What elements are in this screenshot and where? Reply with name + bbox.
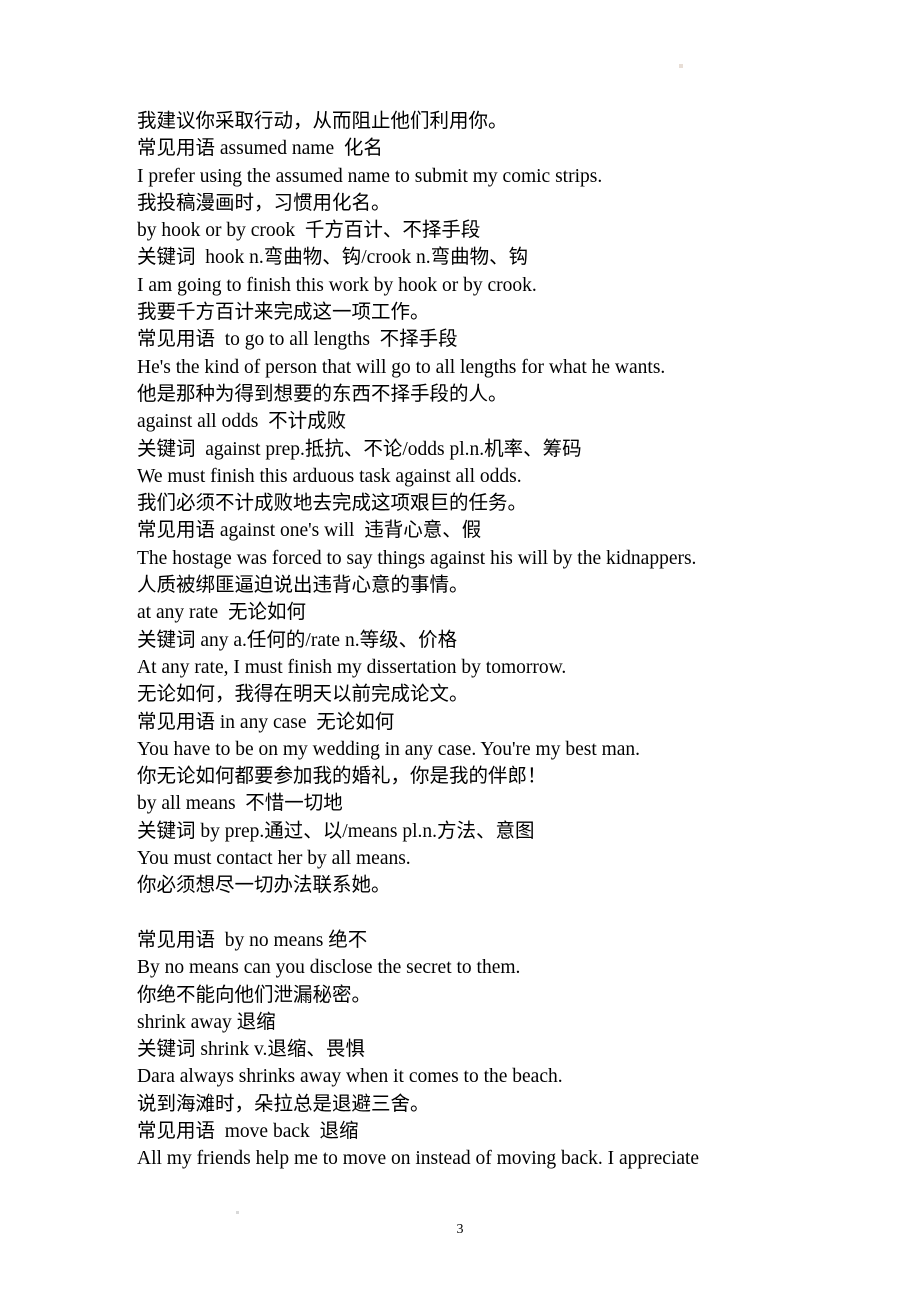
page-number: 3 (456, 1222, 464, 1237)
document-body-text: 我建议你采取行动，从而阻止他们利用你。 常见用语 assumed name 化名… (137, 108, 817, 1173)
text-line: by hook or by crook 千方百计、不择手段 (137, 220, 481, 242)
text-line: 说到海滩时，朵拉总是退避三舍。 (137, 1093, 430, 1115)
text-line: 我建议你采取行动，从而阻止他们利用你。 (137, 111, 508, 132)
text-line: by all means 不惜一切地 (137, 793, 343, 815)
text-line: 人质被绑匪逼迫说出违背心意的事情。 (137, 575, 469, 597)
document-page: 我建议你采取行动，从而阻止他们利用你。 常见用语 assumed name 化名… (0, 0, 920, 1302)
text-line: All my friends help me to move on instea… (137, 1148, 700, 1170)
text-line: 我们必须不计成败地去完成这项艰巨的任务。 (137, 493, 528, 515)
text-line: 关键词 hook n.弯曲物、钩/crook n.弯曲物、钩 (137, 247, 529, 269)
text-line: at any rate 无论如何 (137, 602, 306, 624)
text-line: You must contact her by all means. (137, 848, 411, 870)
text-line: shrink away 退缩 (137, 1011, 276, 1033)
text-line: We must finish this arduous task against… (137, 465, 522, 487)
text-line: 你必须想尽一切办法联系她。 (137, 875, 391, 897)
text-line: By no means can you disclose the secret … (137, 957, 521, 979)
footer-artifact-mark (236, 1211, 239, 1214)
text-line: 常见用语 in any case 无论如何 (137, 711, 395, 733)
header-artifact-mark (679, 64, 683, 68)
text-line: At any rate, I must finish my dissertati… (137, 656, 567, 678)
text-line: 关键词 by prep.通过、以/means pl.n.方法、意图 (137, 820, 535, 842)
text-line: 常见用语 assumed name 化名 (137, 138, 383, 160)
text-line: I prefer using the assumed name to submi… (137, 165, 603, 187)
text-line: 常见用语 by no means 绝不 (137, 929, 368, 951)
text-line: 无论如何，我得在明天以前完成论文。 (137, 684, 469, 706)
text-line: 你绝不能向他们泄漏秘密。 (137, 984, 372, 1006)
text-line: 关键词 any a.任何的/rate n.等级、价格 (137, 629, 458, 651)
text-line: 关键词 against prep.抵抗、不论/odds pl.n.机率、筹码 (137, 438, 582, 460)
text-line: I am going to finish this work by hook o… (137, 274, 537, 296)
text-line: 关键词 shrink v.退缩、畏惧 (137, 1039, 365, 1061)
text-line: The hostage was forced to say things aga… (137, 547, 697, 569)
text-line: Dara always shrinks away when it comes t… (137, 1066, 563, 1088)
text-line: You have to be on my wedding in any case… (137, 738, 641, 760)
text-line: He's the kind of person that will go to … (137, 356, 666, 378)
text-line: 他是那种为得到想要的东西不择手段的人。 (137, 383, 508, 405)
text-line: 常见用语 against one's will 违背心意、假 (137, 520, 482, 542)
text-line: against all odds 不计成败 (137, 411, 347, 433)
text-line: 常见用语 to go to all lengths 不择手段 (137, 329, 458, 351)
text-line: 我投稿漫画时，习惯用化名。 (137, 192, 391, 214)
text-line: 我要千方百计来完成这一项工作。 (137, 302, 430, 324)
text-line: 常见用语 move back 退缩 (137, 1120, 359, 1142)
text-line: 你无论如何都要参加我的婚礼，你是我的伴郎！ (137, 766, 547, 788)
